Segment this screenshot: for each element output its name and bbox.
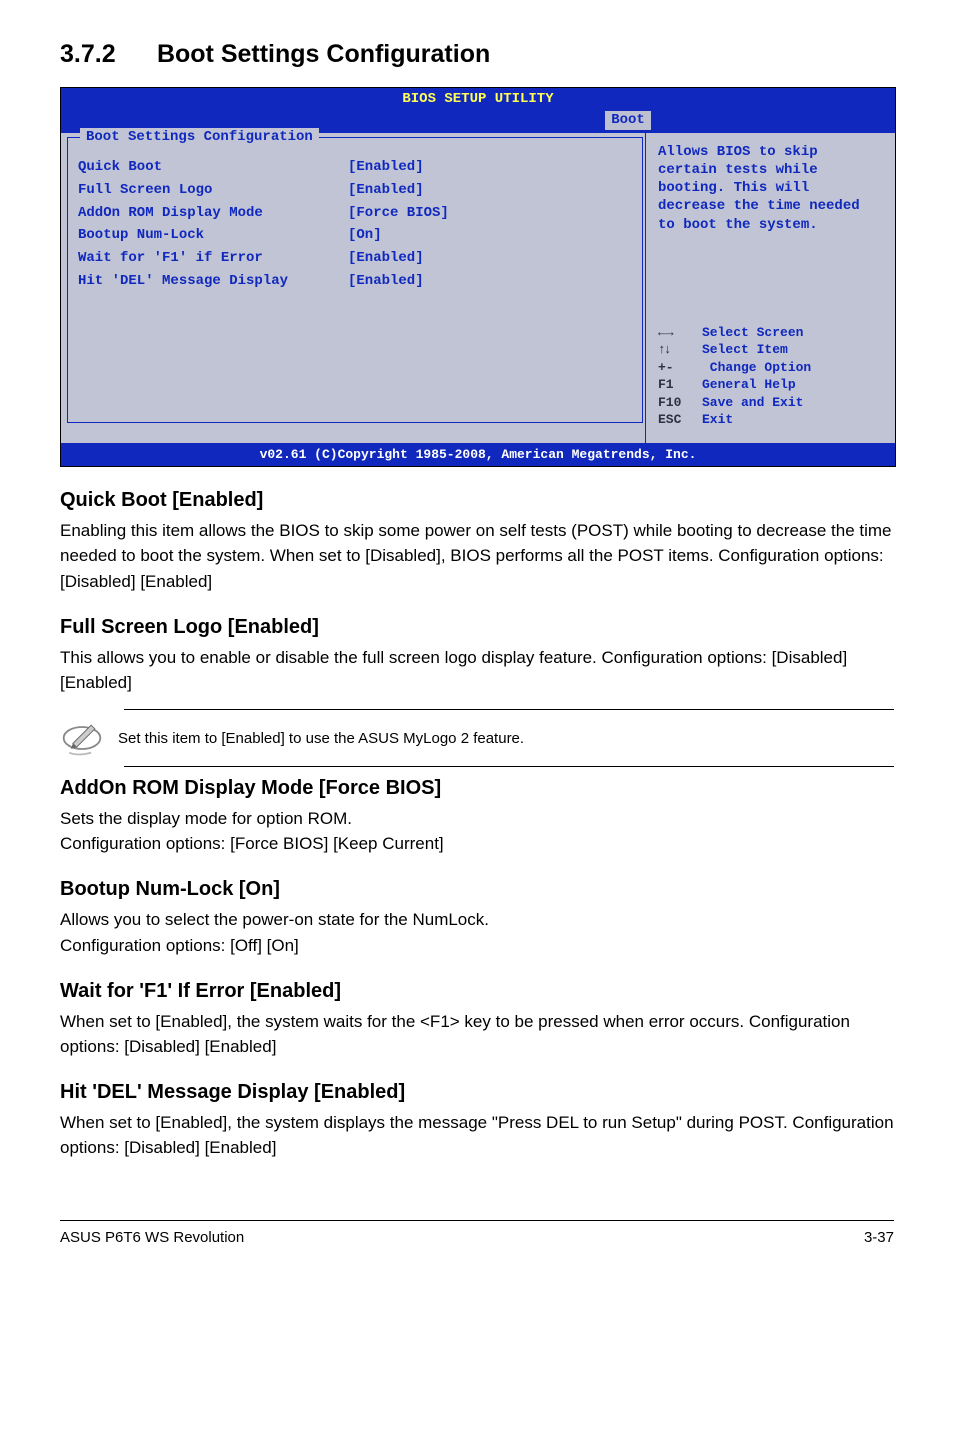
wait-f1-heading: Wait for 'F1' If Error [Enabled]	[60, 980, 894, 1003]
footer-right: 3-37	[864, 1229, 894, 1246]
legend-key: ←→	[658, 324, 702, 342]
page-footer: ASUS P6T6 WS Revolution 3-37	[60, 1220, 894, 1246]
full-screen-logo-body: This allows you to enable or disable the…	[60, 645, 894, 695]
bios-setting-value: [Enabled]	[348, 181, 424, 200]
bios-legend-row: F10Save and Exit	[658, 394, 811, 412]
bios-setting-row: Bootup Num-Lock [On]	[78, 226, 632, 245]
legend-text: Select Screen	[702, 325, 803, 340]
hit-del-heading: Hit 'DEL' Message Display [Enabled]	[60, 1081, 894, 1104]
bios-setting-value: [Enabled]	[348, 272, 424, 291]
quick-boot-body: Enabling this item allows the BIOS to sk…	[60, 518, 894, 593]
legend-text: Exit	[702, 412, 733, 427]
note-text: Set this item to [Enabled] to use the AS…	[118, 724, 524, 753]
bios-setting-label: Hit 'DEL' Message Display	[78, 272, 348, 291]
bios-setting-row: Wait for 'F1' if Error [Enabled]	[78, 249, 632, 268]
bios-setting-value: [On]	[348, 226, 382, 245]
legend-text: Change Option	[702, 360, 811, 375]
bios-tab-boot: Boot	[605, 111, 651, 130]
bios-left-panel: Boot Settings Configuration Quick Boot […	[61, 133, 645, 443]
bios-setting-label: Wait for 'F1' if Error	[78, 249, 348, 268]
bios-setting-row: AddOn ROM Display Mode [Force BIOS]	[78, 204, 632, 223]
bios-legend: ←→Select Screen ↑↓Select Item +- Change …	[658, 324, 811, 429]
footer-left: ASUS P6T6 WS Revolution	[60, 1229, 244, 1246]
bios-screenshot: BIOS SETUP UTILITY Boot Boot Settings Co…	[60, 87, 896, 467]
bios-setting-value: [Enabled]	[348, 249, 424, 268]
pencil-icon	[60, 716, 104, 760]
bios-setting-value: [Enabled]	[348, 158, 424, 177]
bios-setting-label: Bootup Num-Lock	[78, 226, 348, 245]
bios-help-text: Allows BIOS to skip certain tests while …	[658, 143, 883, 234]
bios-setting-value: [Force BIOS]	[348, 204, 449, 223]
wait-f1-body: When set to [Enabled], the system waits …	[60, 1009, 894, 1059]
bios-legend-row: +- Change Option	[658, 359, 811, 377]
bios-legend-row: F1General Help	[658, 376, 811, 394]
bios-right-panel: Allows BIOS to skip certain tests while …	[645, 133, 895, 443]
bootup-numlock-body: Allows you to select the power-on state …	[60, 907, 894, 957]
bios-setting-row: Hit 'DEL' Message Display [Enabled]	[78, 272, 632, 291]
bootup-numlock-heading: Bootup Num-Lock [On]	[60, 878, 894, 901]
note-block: Set this item to [Enabled] to use the AS…	[60, 709, 894, 767]
legend-key: F10	[658, 394, 702, 412]
legend-key: ↑↓	[658, 341, 702, 359]
bios-setting-row: Quick Boot [Enabled]	[78, 158, 632, 177]
bios-body: Boot Settings Configuration Quick Boot […	[61, 133, 895, 443]
bios-legend-row: ←→Select Screen	[658, 324, 811, 342]
bios-settings-box: Boot Settings Configuration Quick Boot […	[67, 137, 643, 423]
bios-setting-label: Full Screen Logo	[78, 181, 348, 200]
bios-legend-row: ↑↓Select Item	[658, 341, 811, 359]
full-screen-logo-heading: Full Screen Logo [Enabled]	[60, 616, 894, 639]
legend-key: ESC	[658, 411, 702, 429]
bios-box-title: Boot Settings Configuration	[80, 128, 319, 147]
section-heading: 3.7.2 Boot Settings Configuration	[60, 40, 894, 69]
legend-text: Save and Exit	[702, 395, 803, 410]
section-number: 3.7.2	[60, 40, 150, 69]
hit-del-body: When set to [Enabled], the system displa…	[60, 1110, 894, 1160]
bios-header-title: BIOS SETUP UTILITY	[61, 90, 895, 109]
legend-key: +-	[658, 359, 702, 377]
bios-footer: v02.61 (C)Copyright 1985-2008, American …	[61, 443, 895, 467]
addon-rom-body: Sets the display mode for option ROM. Co…	[60, 806, 894, 856]
addon-rom-heading: AddOn ROM Display Mode [Force BIOS]	[60, 777, 894, 800]
bios-header: BIOS SETUP UTILITY Boot	[61, 88, 895, 133]
bios-setting-label: AddOn ROM Display Mode	[78, 204, 348, 223]
section-title-text: Boot Settings Configuration	[157, 40, 490, 68]
bios-legend-row: ESCExit	[658, 411, 811, 429]
quick-boot-heading: Quick Boot [Enabled]	[60, 489, 894, 512]
legend-key: F1	[658, 376, 702, 394]
bios-setting-label: Quick Boot	[78, 158, 348, 177]
legend-text: General Help	[702, 377, 796, 392]
bios-setting-row: Full Screen Logo [Enabled]	[78, 181, 632, 200]
legend-text: Select Item	[702, 342, 788, 357]
